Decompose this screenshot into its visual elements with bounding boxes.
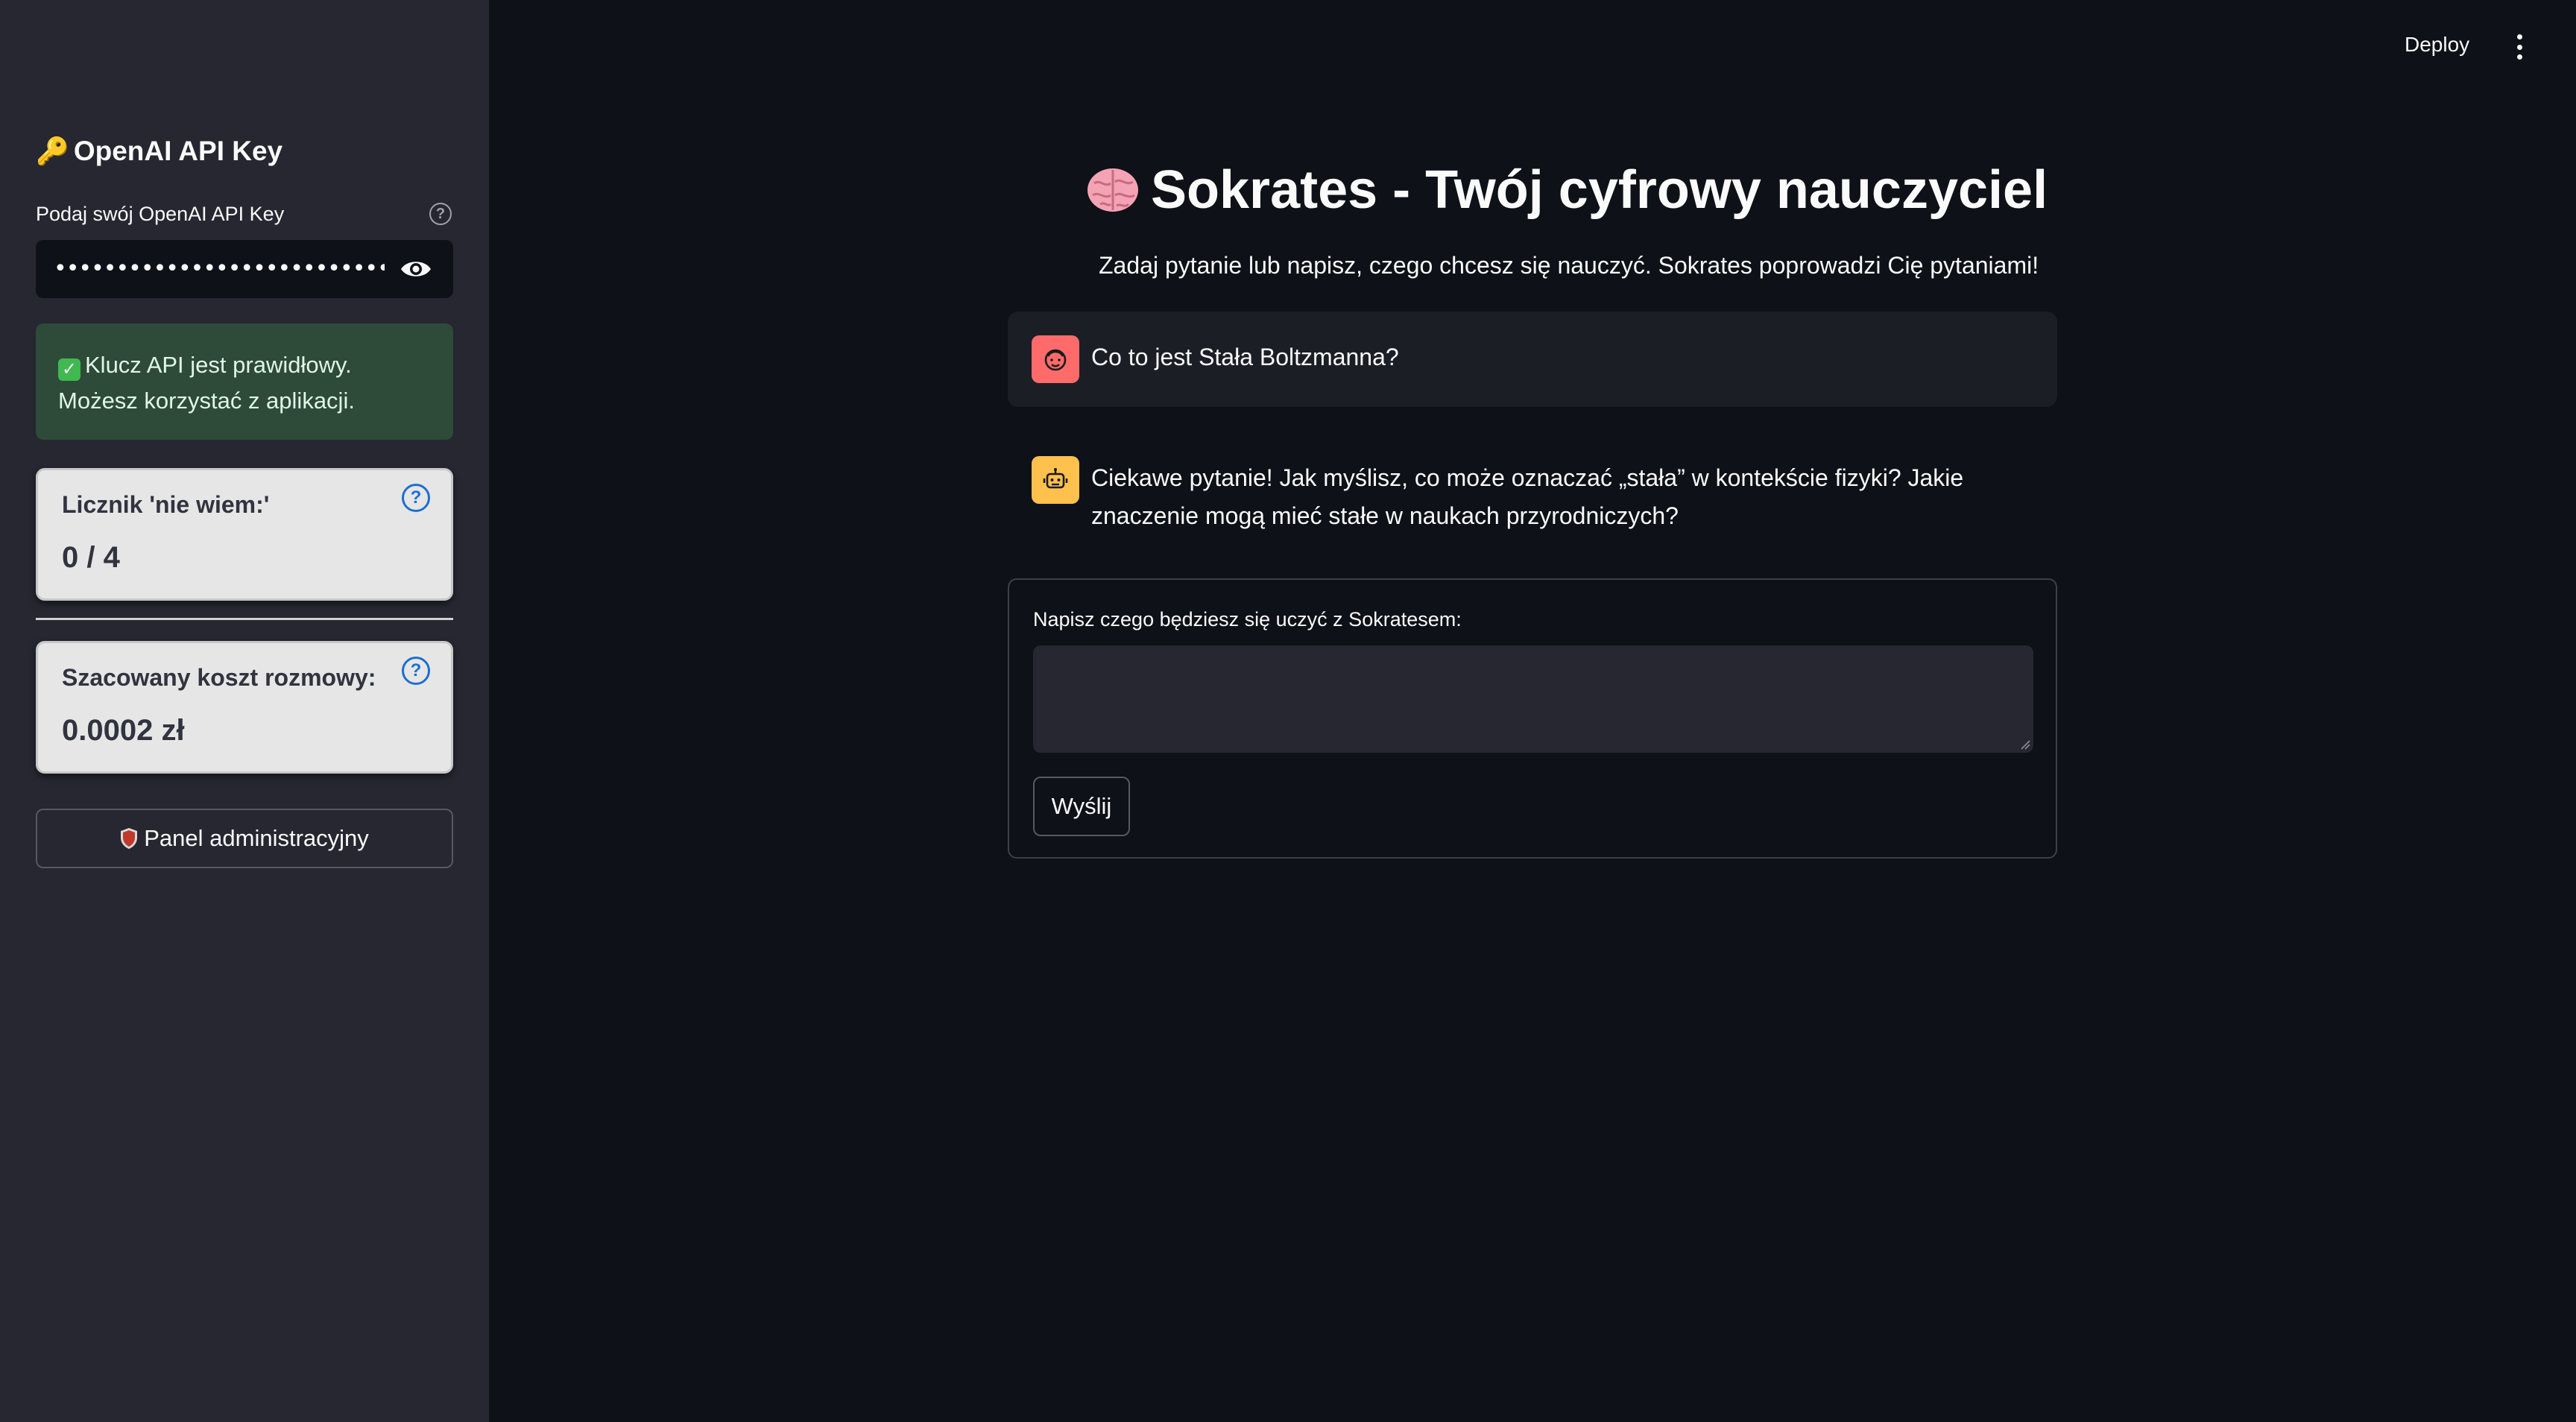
metric-label: Licznik 'nie wiem:': [62, 491, 270, 518]
message-text: Co to jest Stała Boltzmanna?: [1091, 344, 1399, 370]
help-icon[interactable]: ?: [402, 484, 430, 512]
resize-handle-icon[interactable]: [2020, 739, 2030, 750]
robot-icon: [1043, 468, 1068, 489]
api-key-help-icon[interactable]: ?: [429, 203, 452, 225]
api-key-label: Podaj swój OpenAI API Key: [36, 203, 285, 225]
user-face-icon: [1044, 349, 1067, 371]
success-message: Klucz API jest prawidłowy. Możesz korzys…: [58, 352, 355, 414]
page-subtitle: Zadaj pytanie lub napisz, czego chcesz s…: [1099, 252, 2039, 279]
sidebar: 🔑 OpenAI API Key Podaj swój OpenAI API K…: [0, 0, 489, 1422]
question-input-label: Napisz czego będziesz się uczyć z Sokrat…: [1033, 608, 1462, 631]
cost-estimate-card: Szacowany koszt rozmowy: 0.0002 zł ?: [36, 641, 453, 774]
api-key-success-alert: ✓ Klucz API jest prawidłowy. Możesz korzy…: [36, 323, 453, 440]
question-textarea[interactable]: [1033, 645, 2033, 753]
show-password-eye-icon[interactable]: [400, 258, 432, 280]
deploy-button[interactable]: Deploy: [2405, 33, 2469, 57]
assistant-avatar: [1032, 456, 1079, 504]
chat-message-assistant: Ciekawe pytanie! Jak myślisz, co może oz…: [1008, 432, 2057, 544]
app-root: 🔑 OpenAI API Key Podaj swój OpenAI API K…: [0, 0, 2576, 1422]
api-key-value[interactable]: ••••••••••••••••••••••••••••••••••••••••…: [54, 258, 385, 280]
metric-value: 0.0002 zł: [62, 714, 185, 747]
sidebar-title: 🔑 OpenAI API Key: [36, 136, 282, 167]
admin-panel-button[interactable]: Panel administracyjny: [36, 809, 453, 868]
sidebar-title-text: OpenAI API Key: [73, 136, 283, 166]
main-menu-kebab-icon[interactable]: [2512, 34, 2527, 60]
admin-panel-label: Panel administracyjny: [144, 825, 369, 851]
page-title-text: Sokrates - Twój cyfrowy nauczyciel: [1151, 160, 2048, 220]
help-icon[interactable]: ?: [402, 657, 430, 685]
sidebar-divider: [36, 618, 453, 620]
metric-label: Szacowany koszt rozmowy:: [62, 664, 376, 691]
send-button[interactable]: Wyślij: [1033, 777, 1130, 836]
page-title: Sokrates - Twój cyfrowy nauczyciel: [1085, 159, 2048, 221]
question-form: Napisz czego będziesz się uczyć z Sokrat…: [1008, 578, 2057, 859]
api-key-input[interactable]: ••••••••••••••••••••••••••••••••••••••••…: [36, 240, 453, 298]
metric-value: 0 / 4: [62, 541, 120, 574]
chat-message-user: Co to jest Stała Boltzmanna?: [1008, 312, 2057, 407]
dont-know-counter-card: Licznik 'nie wiem:' 0 / 4 ?: [36, 468, 453, 601]
message-text: Ciekawe pytanie! Jak myślisz, co może oz…: [1091, 464, 1964, 529]
brain-icon: [1087, 168, 1138, 212]
check-mark-icon: ✓: [58, 358, 80, 381]
key-icon: 🔑: [36, 136, 69, 166]
shield-icon: [121, 828, 138, 849]
user-avatar: [1032, 335, 1079, 383]
